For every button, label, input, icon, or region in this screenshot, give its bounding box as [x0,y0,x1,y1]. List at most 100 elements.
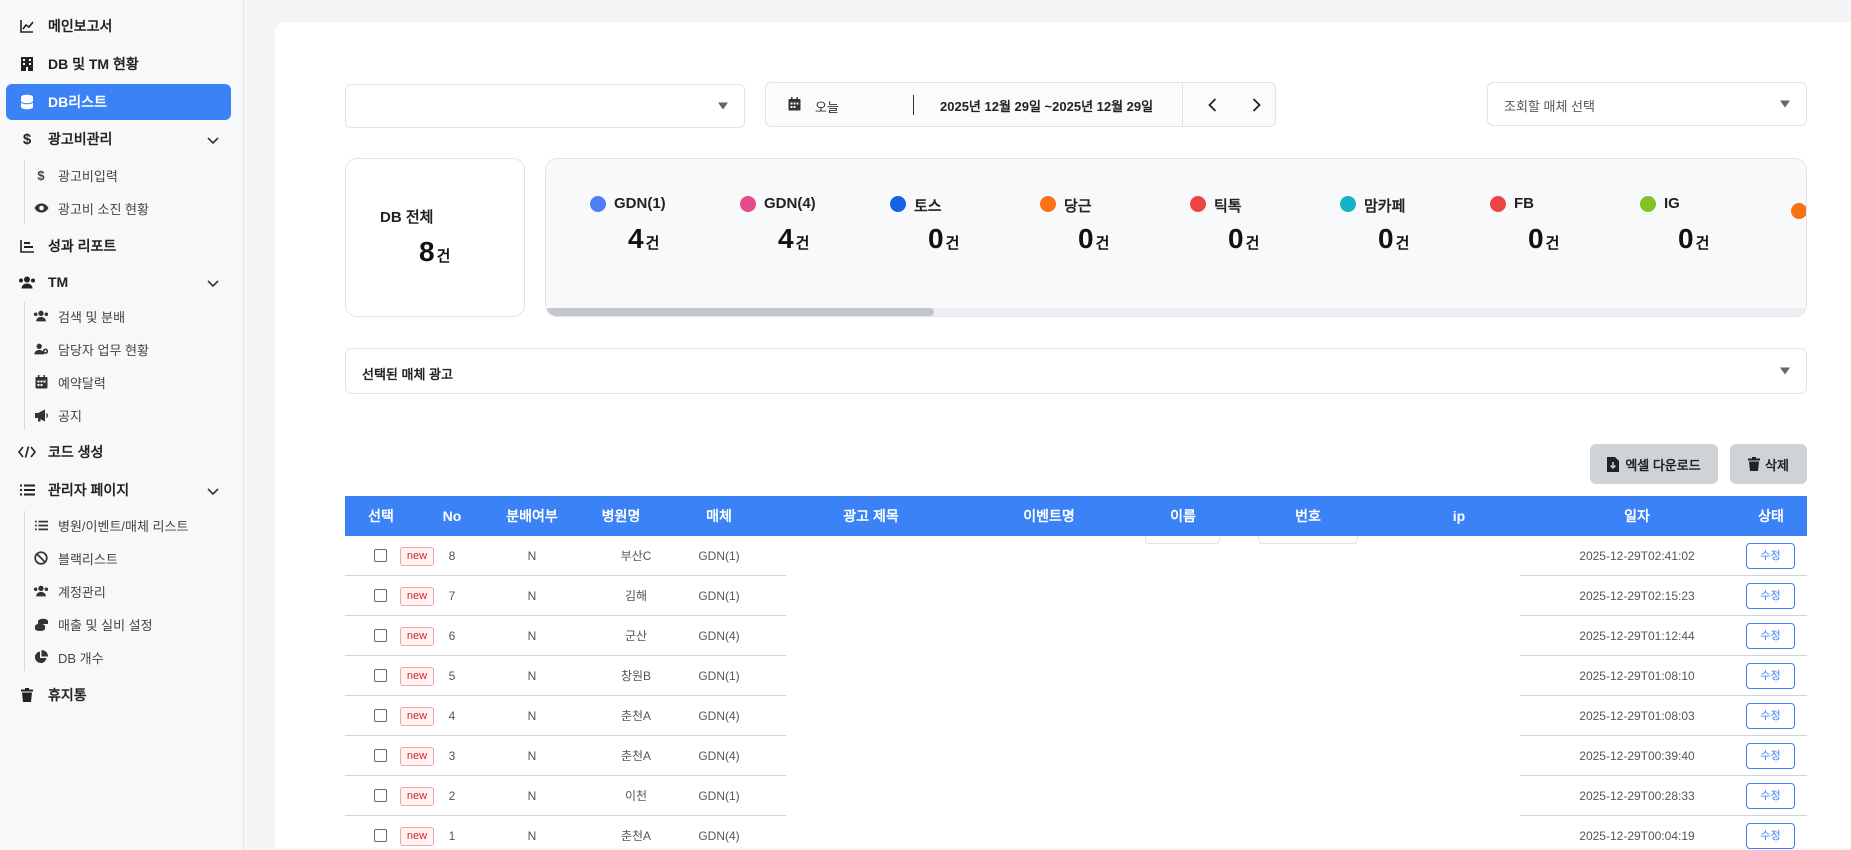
row-media: GDN(4) [698,749,740,763]
media-stat-item: IG 0 건 [1640,195,1770,275]
header-media[interactable]: 매체 [706,496,732,536]
hospital-select[interactable] [345,84,745,128]
media-stat-item: 맘카페 0 건 [1340,195,1470,275]
edit-button[interactable]: 수정 [1746,823,1795,849]
chevron-down-icon[interactable] [207,483,219,499]
row-no: 4 [448,709,456,723]
chevron-left-icon[interactable] [1208,98,1217,115]
horizontal-scrollbar-thumb[interactable] [546,308,934,316]
media-dot [590,196,606,212]
nav-performance[interactable]: 성과 리포트 [6,229,231,263]
media-count: 0 [1078,223,1094,254]
nav-admin-sales[interactable]: 매출 및 실비 설정 [33,610,153,638]
edit-button[interactable]: 수정 [1746,623,1795,649]
row-checkbox[interactable] [374,549,387,562]
row-no: 6 [448,629,456,643]
row-checkbox[interactable] [374,789,387,802]
nav-admin-dbcount[interactable]: DB 개수 [33,643,104,671]
row-checkbox[interactable] [374,749,387,762]
edit-button[interactable]: 수정 [1746,783,1795,809]
horizontal-scrollbar-track[interactable] [546,308,1806,316]
row-checkbox[interactable] [374,709,387,722]
nav-trash[interactable]: 휴지통 [6,678,231,712]
row-hospital: 창원B [620,669,652,683]
selected-media-ads-toggle[interactable]: 선택된 매체 광고 [345,348,1807,394]
calendar-icon[interactable] [788,97,801,114]
coins-icon [33,616,49,632]
chevron-down-icon[interactable] [207,275,219,291]
header-hospital[interactable]: 병원명 [602,496,641,536]
row-media: GDN(4) [698,629,740,643]
chevron-right-icon[interactable] [1252,98,1261,115]
pie-chart-icon [33,649,49,665]
excel-download-button[interactable]: 엑셀 다운로드 [1590,444,1718,484]
media-dot [1040,196,1056,212]
edit-button[interactable]: 수정 [1746,663,1795,689]
nav-ad-cost[interactable]: $ 광고비관리 [6,122,231,156]
nav-db-list[interactable]: DB리스트 [6,84,231,120]
media-value: 0건 [1078,223,1109,255]
nav-tm[interactable]: TM [6,265,231,299]
header-name[interactable]: 이름 [1170,496,1196,536]
new-badge: new [400,547,434,566]
nav-tm-staff[interactable]: 담당자 업무 현황 [33,335,149,363]
tree-line [24,160,25,224]
nav-ad-cost-input[interactable]: $ 광고비입력 [33,161,117,189]
nav-main-report[interactable]: 메인보고서 [6,9,231,43]
calendar-icon [33,374,49,390]
nav-tm-calendar[interactable]: 예약달력 [33,368,106,396]
row-distribution: N [527,789,537,803]
chevron-down-icon[interactable] [207,132,219,148]
media-count: 0 [1228,223,1244,254]
file-download-icon [1607,456,1620,472]
row-media: GDN(1) [698,789,740,803]
header-phone[interactable]: 번호 [1295,496,1321,536]
header-date[interactable]: 일자 [1624,496,1650,536]
row-media: GDN(1) [698,669,740,683]
header-ad-title[interactable]: 광고 제목 [843,496,898,536]
nav-admin-account[interactable]: 계정관리 [33,577,106,605]
row-distribution: N [527,589,537,603]
row-checkbox[interactable] [374,829,387,842]
row-checkbox[interactable] [374,589,387,602]
header-event[interactable]: 이벤트명 [1023,496,1075,536]
edit-button[interactable]: 수정 [1746,703,1795,729]
edit-button[interactable]: 수정 [1746,543,1795,569]
nav-label: 계정관리 [58,584,106,600]
nav-label: 메인보고서 [48,18,113,34]
nav-label: 병원/이벤트/매체 리스트 [58,518,189,534]
table-row: new 2 N 이천 GDN(1) 2025-12-29T00:28:33 수정 [345,776,1807,816]
row-checkbox[interactable] [374,669,387,682]
edit-button[interactable]: 수정 [1746,743,1795,769]
nav-tm-search[interactable]: 검색 및 분배 [33,302,125,330]
header-status[interactable]: 상태 [1758,496,1784,536]
edit-button[interactable]: 수정 [1746,583,1795,609]
nav-admin-list[interactable]: 병원/이벤트/매체 리스트 [33,511,188,539]
row-hospital: 이천 [624,789,648,803]
media-dot [1340,196,1356,212]
media-value: 4건 [778,223,809,255]
nav-tm-notice[interactable]: 공지 [33,401,82,429]
delete-button[interactable]: 삭제 [1730,444,1807,484]
row-distribution: N [527,669,537,683]
nav-admin-blacklist[interactable]: 블랙리스트 [33,544,118,572]
nav-ad-cost-spend[interactable]: 광고비 소진 현황 [33,194,149,222]
row-distribution: N [527,829,537,843]
header-no[interactable]: No [443,496,462,536]
nav-admin[interactable]: 관리자 페이지 [6,473,231,507]
nav-label: 검색 및 분배 [58,309,126,325]
header-ip[interactable]: ip [1453,496,1465,536]
nav-code-gen[interactable]: 코드 생성 [6,435,231,469]
media-value: 0건 [928,223,959,255]
nav-db-tm-status[interactable]: DB 및 TM 현황 [6,47,231,81]
media-select[interactable]: 조회할 매체 선택 [1487,82,1807,126]
header-distribution[interactable]: 분배여부 [506,496,558,536]
date-range-text[interactable]: 2025년 12월 29일 ~2025년 12월 29일 [940,96,1153,115]
row-date: 2025-12-29T01:12:44 [1579,629,1695,643]
header-select[interactable]: 선택 [368,496,394,536]
date-preset[interactable]: 오늘 [815,97,839,116]
unit-label: 건 [436,248,451,265]
row-media: GDN(4) [698,829,740,843]
row-checkbox[interactable] [374,629,387,642]
row-date: 2025-12-29T02:15:23 [1579,589,1695,603]
